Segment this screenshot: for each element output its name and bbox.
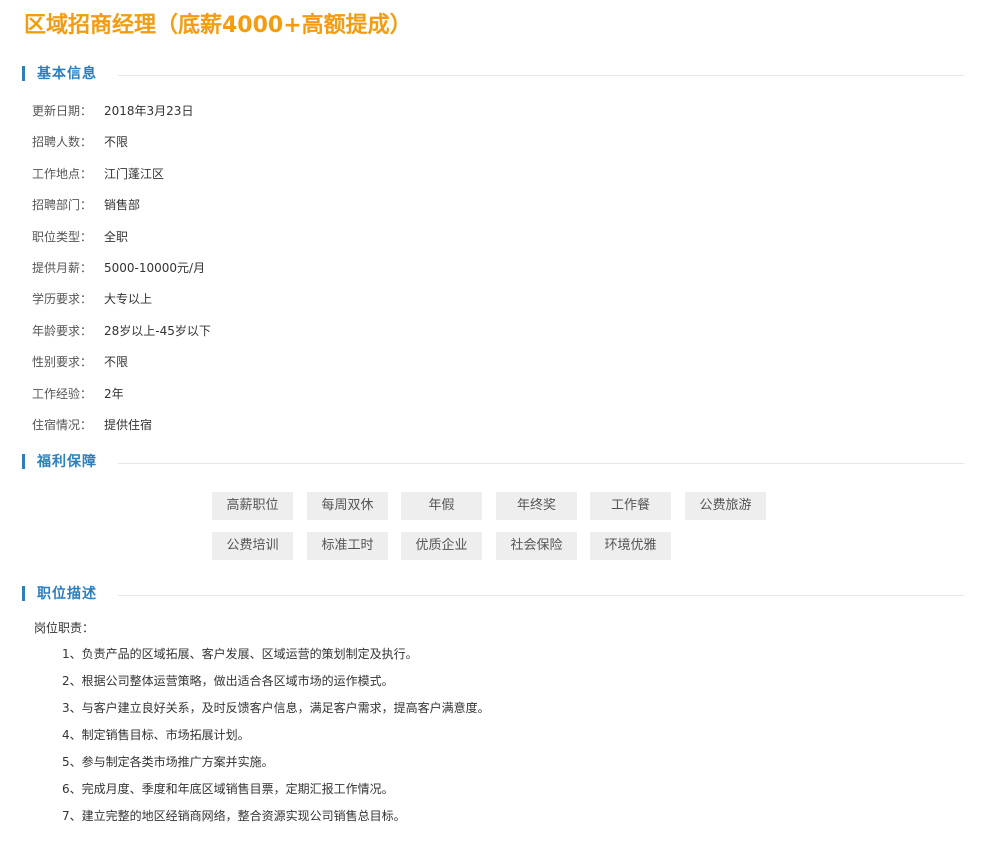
info-row-location: 工作地点： 江门蓬江区 (32, 163, 211, 194)
info-row-job-type: 职位类型： 全职 (32, 226, 211, 257)
responsibility-item: 6、完成月度、季度和年底区域销售目票，定期汇报工作情况。 (62, 782, 394, 796)
benefit-tag: 工作餐 (590, 492, 671, 520)
info-label: 职位类型： (32, 229, 93, 244)
benefit-tag: 优质企业 (401, 532, 482, 560)
benefit-tag: 标准工时 (307, 532, 388, 560)
info-label: 性别要求： (32, 355, 93, 370)
info-value: 江门蓬江区 (104, 166, 165, 181)
job-description: 岗位职责： 1、负责产品的区域拓展、客户发展、区域运营的策划制定及执行。 2、根… (34, 618, 490, 833)
responsibility-item: 3、与客户建立良好关系，及时反馈客户信息，满足客户需求，提高客户满意度。 (62, 701, 490, 715)
info-row-headcount: 招聘人数： 不限 (32, 131, 211, 162)
info-label: 工作地点： (32, 166, 93, 181)
info-value: 2年 (104, 386, 124, 401)
benefit-tag: 年终奖 (496, 492, 577, 520)
responsibility-item: 4、制定销售目标、市场拓展计划。 (62, 728, 250, 742)
info-label: 学历要求： (32, 292, 93, 307)
section-divider (118, 595, 964, 596)
benefit-tag: 高薪职位 (212, 492, 293, 520)
benefit-tag: 公费培训 (212, 532, 293, 560)
section-basic-info: 基本信息 (22, 65, 964, 83)
info-value: 5000-10000元/月 (104, 260, 206, 275)
info-row-department: 招聘部门： 销售部 (32, 194, 211, 225)
info-row-accommodation: 住宿情况： 提供住宿 (32, 414, 211, 445)
responsibility-list: 1、负责产品的区域拓展、客户发展、区域运营的策划制定及执行。 2、根据公司整体运… (34, 644, 490, 833)
info-value: 不限 (104, 135, 129, 150)
info-row-salary: 提供月薪： 5000-10000元/月 (32, 257, 211, 288)
section-accent-bar (22, 454, 25, 469)
info-row-gender: 性别要求： 不限 (32, 351, 211, 382)
info-value: 提供住宿 (104, 417, 153, 432)
info-value: 不限 (104, 355, 129, 370)
info-row-experience: 工作经验： 2年 (32, 383, 211, 414)
benefit-tags: 高薪职位 每周双休 年假 年终奖 工作餐 公费旅游 公费培训 标准工时 优质企业… (212, 492, 772, 562)
info-label: 工作经验： (32, 386, 93, 401)
info-label: 招聘人数： (32, 135, 93, 150)
section-title: 福利保障 (37, 454, 97, 470)
job-info-list: 更新日期： 2018年3月23日 招聘人数： 不限 工作地点： 江门蓬江区 招聘部门：… (32, 100, 211, 445)
section-divider (118, 75, 964, 76)
info-row-update-date: 更新日期： 2018年3月23日 (32, 100, 211, 131)
section-benefits: 福利保障 (22, 453, 964, 471)
info-label: 提供月薪： (32, 260, 93, 275)
responsibility-item: 5、参与制定各类市场推广方案并实施。 (62, 755, 274, 769)
responsibility-item: 7、建立完整的地区经销商网络，整合资源实现公司销售总目标。 (62, 809, 406, 823)
section-accent-bar (22, 66, 25, 81)
info-value: 2018年3月23日 (104, 104, 194, 118)
info-value: 大专以上 (104, 292, 153, 307)
info-label: 年龄要求： (32, 323, 93, 338)
responsibility-item: 1、负责产品的区域拓展、客户发展、区域运营的策划制定及执行。 (62, 647, 418, 661)
benefit-tag: 每周双休 (307, 492, 388, 520)
section-title: 基本信息 (37, 66, 97, 82)
job-detail-page: 区域招商经理（底薪4000+高额提成） 基本信息 更新日期： 2018年3月23日… (0, 0, 992, 843)
benefit-tag: 环境优雅 (590, 532, 671, 560)
info-row-education: 学历要求： 大专以上 (32, 288, 211, 319)
info-label: 更新日期： (32, 104, 93, 118)
benefit-tag: 社会保险 (496, 532, 577, 560)
responsibility-item: 2、根据公司整体运营策略，做出适合各区域市场的运作模式。 (62, 674, 394, 688)
info-label: 招聘部门： (32, 198, 93, 213)
info-value: 28岁以上-45岁以下 (104, 323, 211, 338)
info-value: 全职 (104, 229, 129, 244)
description-heading: 岗位职责： (34, 621, 95, 635)
section-accent-bar (22, 586, 25, 601)
job-title: 区域招商经理（底薪4000+高额提成） (24, 13, 412, 38)
section-description: 职位描述 (22, 585, 964, 603)
info-value: 销售部 (104, 198, 141, 213)
info-row-age: 年龄要求： 28岁以上-45岁以下 (32, 320, 211, 351)
benefit-tag: 公费旅游 (685, 492, 766, 520)
section-divider (118, 463, 964, 464)
info-label: 住宿情况： (32, 417, 93, 432)
section-title: 职位描述 (37, 586, 97, 602)
benefit-tag: 年假 (401, 492, 482, 520)
